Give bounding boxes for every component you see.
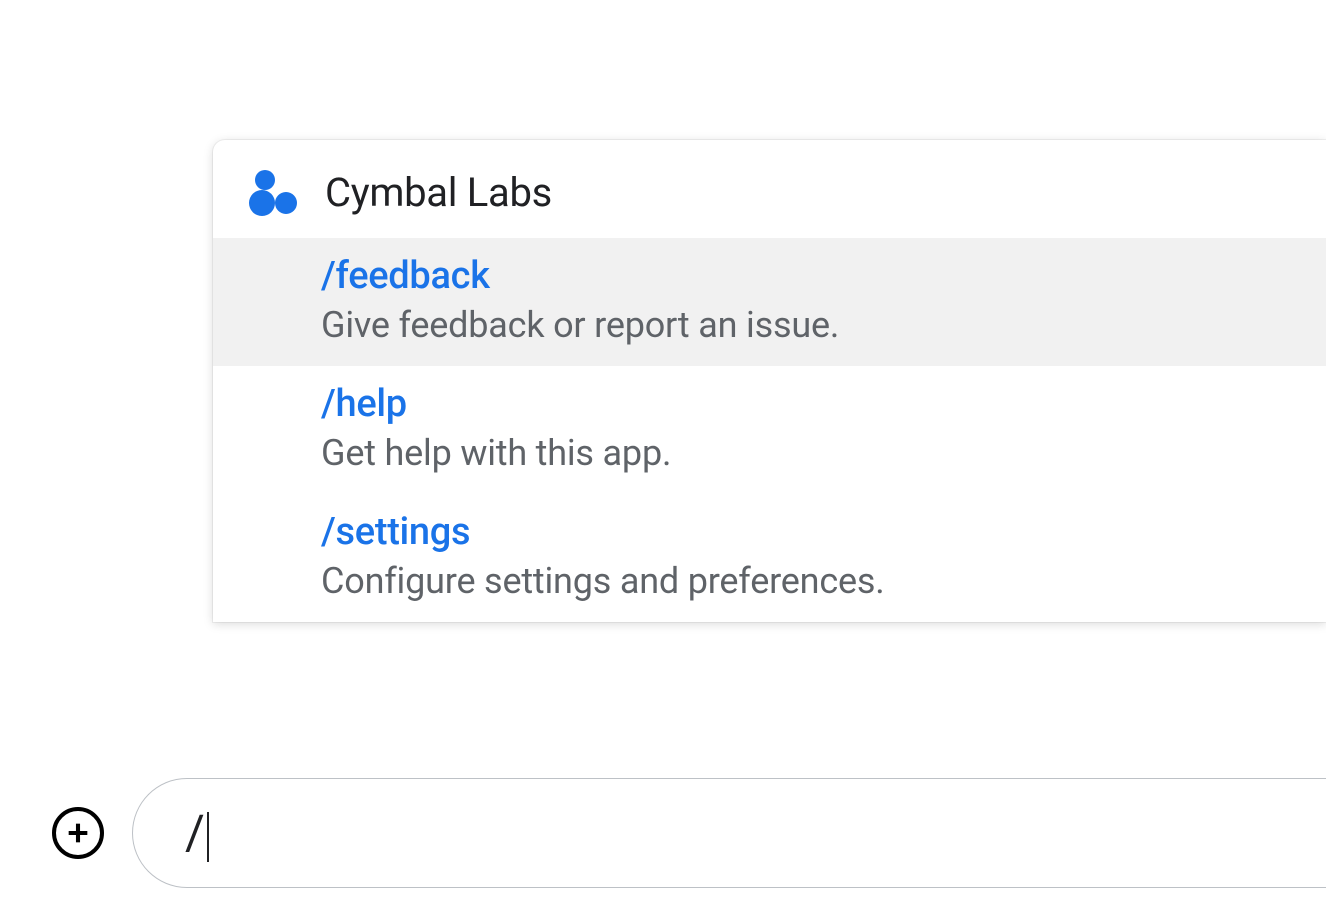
command-name: /feedback <box>321 254 1290 298</box>
command-name: /settings <box>321 510 1290 554</box>
app-title: Cymbal Labs <box>325 169 552 216</box>
command-description: Get help with this app. <box>321 432 1290 474</box>
message-input[interactable]: / <box>185 804 209 861</box>
cymbal-labs-icon <box>249 168 297 216</box>
plus-icon <box>64 819 92 847</box>
command-list: /feedback Give feedback or report an iss… <box>213 238 1326 622</box>
command-item-settings[interactable]: /settings Configure settings and prefere… <box>213 494 1326 622</box>
command-item-help[interactable]: /help Get help with this app. <box>213 366 1326 494</box>
popup-header: Cymbal Labs <box>213 140 1326 238</box>
text-cursor <box>207 812 209 862</box>
command-description: Give feedback or report an issue. <box>321 304 1290 346</box>
command-description: Configure settings and preferences. <box>321 560 1290 602</box>
message-input-wrapper[interactable]: / <box>132 778 1326 888</box>
command-name: /help <box>321 382 1290 426</box>
add-attachment-button[interactable] <box>52 807 104 859</box>
input-area: / <box>52 778 1326 888</box>
slash-command-popup: Cymbal Labs /feedback Give feedback or r… <box>213 140 1326 622</box>
command-item-feedback[interactable]: /feedback Give feedback or report an iss… <box>213 238 1326 366</box>
